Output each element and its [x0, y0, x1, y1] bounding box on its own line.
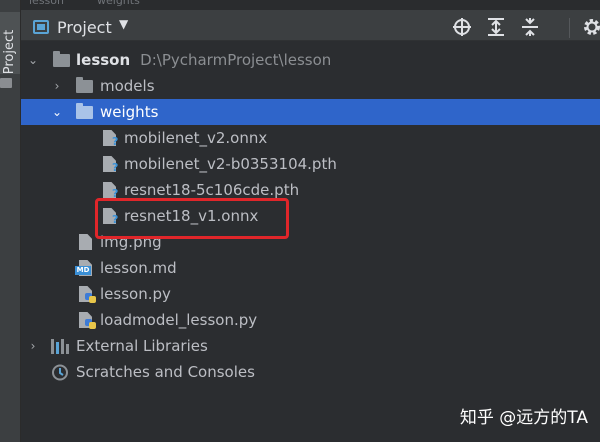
- red-highlight-box: [95, 198, 289, 239]
- tree-row-file[interactable]: MD lesson.md: [21, 255, 600, 281]
- tree-label: lesson: [76, 51, 131, 69]
- tree-row-scratches[interactable]: Scratches and Consoles: [21, 359, 600, 385]
- tree-row-file[interactable]: lesson.py: [21, 281, 600, 307]
- libraries-icon: [51, 339, 69, 354]
- project-path: D:\PycharmProject\lesson: [140, 51, 332, 69]
- tree-row-weights[interactable]: ⌄ weights: [21, 99, 600, 125]
- md-badge-icon: MD: [75, 266, 91, 275]
- tree-label: weights: [100, 103, 159, 121]
- folder-icon: [76, 77, 93, 93]
- editor-tabs-cut: lesson weights: [21, 0, 600, 10]
- tool-window-strip: Project: [0, 0, 21, 442]
- panel-title[interactable]: Project: [57, 18, 112, 37]
- image-file-icon: [79, 234, 92, 250]
- watermark: 知乎 @远方的TA: [459, 408, 588, 428]
- tab-lesson[interactable]: lesson: [29, 0, 64, 7]
- python-logo-icon: [89, 322, 96, 329]
- chevron-right-icon[interactable]: ›: [51, 73, 63, 99]
- header-divider: [569, 18, 570, 38]
- tree-label: External Libraries: [76, 337, 208, 355]
- tree-row-lesson[interactable]: ⌄ lesson D:\PycharmProject\lesson: [21, 47, 600, 73]
- tree-label: Scratches and Consoles: [76, 363, 255, 381]
- tree-row-external-libraries[interactable]: › External Libraries: [21, 333, 600, 359]
- question-mark-icon: ?: [112, 161, 119, 174]
- tree-label: loadmodel_lesson.py: [100, 311, 258, 329]
- tree-row-models[interactable]: › models: [21, 73, 600, 99]
- project-tree: ⌄ lesson D:\PycharmProject\lesson › model…: [21, 41, 600, 442]
- tree-label: mobilenet_v2.onnx: [124, 129, 268, 147]
- chevron-down-icon[interactable]: ⌄: [27, 47, 39, 73]
- folder-icon: [53, 51, 70, 67]
- collapse-all-icon[interactable]: [519, 16, 541, 38]
- tree-row-file[interactable]: loadmodel_lesson.py: [21, 307, 600, 333]
- project-tool-tab[interactable]: Project: [0, 12, 20, 74]
- scratches-icon: [52, 364, 68, 381]
- tree-label: lesson.py: [100, 285, 171, 303]
- folder-icon: [0, 78, 12, 88]
- tree-label: models: [100, 77, 155, 95]
- tree-label: mobilenet_v2-b0353104.pth: [124, 155, 337, 173]
- project-tool-tab-label: Project: [2, 29, 17, 75]
- tree-label: lesson.md: [100, 259, 177, 277]
- question-mark-icon: ?: [112, 135, 119, 148]
- tree-row-file[interactable]: ? mobilenet_v2.onnx: [21, 125, 600, 151]
- chevron-down-icon[interactable]: ▼: [119, 17, 128, 31]
- chevron-right-icon[interactable]: ›: [27, 333, 39, 359]
- target-icon[interactable]: [451, 16, 473, 38]
- tree-row-file[interactable]: ? mobilenet_v2-b0353104.pth: [21, 151, 600, 177]
- gear-icon[interactable]: [581, 16, 600, 38]
- expand-all-icon[interactable]: [485, 16, 507, 38]
- chevron-down-icon[interactable]: ⌄: [51, 99, 63, 125]
- tab-weights[interactable]: weights: [97, 0, 140, 7]
- project-panel-icon: [33, 20, 49, 34]
- python-logo-icon: [89, 296, 96, 303]
- folder-icon: [76, 103, 93, 119]
